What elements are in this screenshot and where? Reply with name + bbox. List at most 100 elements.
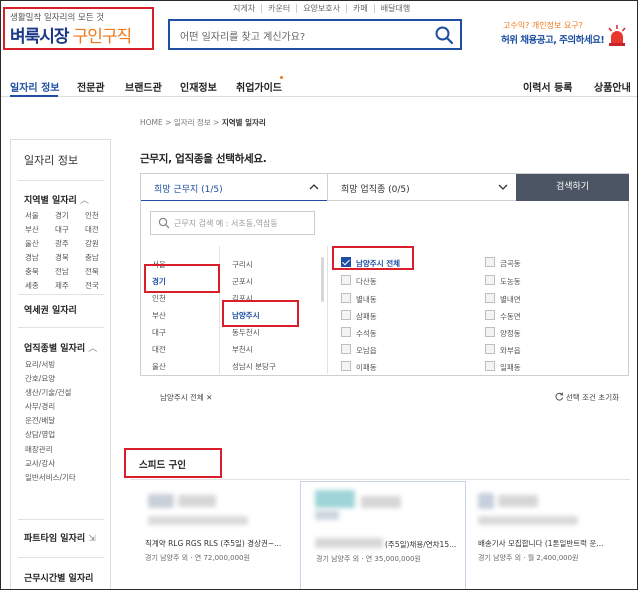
city-item[interactable]: 군포시 [232,273,276,290]
region-link[interactable]: 충남 [85,252,115,263]
sidebar-region-title[interactable]: 지역별 일자리 ︿ [24,193,89,206]
region-link[interactable]: 충북 [25,266,55,277]
district-checkbox[interactable] [341,361,351,371]
job-link[interactable]: 일반서비스/기타 [25,471,76,485]
district-label: 오남읍 [356,346,377,355]
chevron-up-icon: ︿ [79,196,89,206]
nav-resume[interactable]: 이력서 등록 [523,79,572,94]
city-item[interactable]: 동두천시 [232,324,276,341]
region-link[interactable]: 인천 [85,210,115,221]
district-checkbox[interactable] [485,257,495,267]
city-item-selected[interactable]: 남양주시 [232,307,276,324]
sidebar-time-title[interactable]: 근무시간별 일자리 [24,571,93,584]
region-link[interactable]: 부산 [25,224,55,235]
province-item[interactable]: 대구 [152,324,166,341]
district-checkbox[interactable] [485,310,495,320]
job-link[interactable]: 운전/배달 [25,414,76,428]
province-item[interactable]: 서울 [152,256,166,273]
sidebar-parttime-title[interactable]: 파트타임 일자리 ⇲ [24,531,96,544]
district-checkbox-all[interactable] [341,257,351,267]
district-checkbox[interactable] [341,344,351,354]
search-box[interactable]: 어떤 일자리를 찾고 계신가요? [168,19,462,50]
search-input[interactable]: 어떤 일자리를 찾고 계신가요? [180,28,305,43]
site-logo[interactable]: 벼룩시장 구인구직 [10,22,132,47]
filter-box [140,173,629,376]
city-item[interactable]: 김포시 [232,290,276,307]
sidebar-job-title[interactable]: 업직종별 일자리 ︿ [24,341,97,354]
region-link[interactable]: 서울 [25,210,55,221]
util-link[interactable]: 지게차 [227,4,261,13]
region-link[interactable]: 광주 [55,238,85,249]
util-link[interactable]: 배달대행 [373,4,416,13]
nav-expert[interactable]: 전문관 [77,79,105,94]
region-link[interactable]: 전국 [85,280,115,291]
speed-card[interactable]: (주5일)채용/연차15... 경기 남양주 외 · 연 35,000,000원 [300,481,466,590]
region-link[interactable]: 대구 [55,224,85,235]
province-item-selected[interactable]: 경기 [152,273,166,290]
province-item[interactable]: 울산 [152,358,166,375]
district-checkbox[interactable] [485,327,495,337]
util-link[interactable]: 카운터 [261,4,296,13]
district-checkbox[interactable] [341,327,351,337]
nav-talent[interactable]: 인재정보 [180,79,217,94]
region-link[interactable]: 울산 [25,238,55,249]
search-button[interactable]: 검색하기 [516,174,629,201]
district-checkbox[interactable] [485,275,495,285]
promo-line2[interactable]: 허위 채용공고, 주의하세요! [501,32,605,46]
job-link[interactable]: 교사/강사 [25,457,76,471]
refresh-icon [555,392,563,401]
company-logo [498,495,538,507]
region-link[interactable]: 경남 [25,252,55,263]
job-link[interactable]: 사무/경리 [25,400,76,414]
province-item[interactable]: 인천 [152,290,166,307]
reset-button[interactable]: 선택 조건 초기화 [555,392,619,403]
nav-job-info[interactable]: 일자리 정보 [10,79,59,94]
crumb-level1[interactable]: 일자리 정보 [174,118,211,127]
city-item[interactable]: 부천시 [232,341,276,358]
chevron-up-icon: ︿ [88,344,98,354]
province-item[interactable]: 부산 [152,307,166,324]
speed-card[interactable]: 직계약 RLG RGS RLS (주5일) 경상권~... 경기 남양주 외 ·… [130,481,298,590]
city-scrollbar[interactable] [321,257,324,302]
job-link[interactable]: 매장관리 [25,443,76,457]
region-link[interactable]: 제주 [55,280,85,291]
district-checkbox[interactable] [485,293,495,303]
region-link[interactable]: 전남 [55,266,85,277]
job-link[interactable]: 상담/영업 [25,428,76,442]
nav-guide[interactable]: 취업가이드 [236,79,282,94]
district-checkbox[interactable] [341,275,351,285]
sidebar-station-title[interactable]: 역세권 일자리 [24,303,77,316]
nav-brand[interactable]: 브랜드관 [125,79,162,94]
job-link[interactable]: 생산/기술/건설 [25,386,76,400]
speed-card[interactable]: 배송기사 모집합니다 (1톤일반트럭 운... 경기 남양주 외 · 월 2,4… [468,481,630,590]
region-link[interactable]: 세종 [25,280,55,291]
company-logo [315,490,355,508]
region-search-input[interactable]: 근무지 검색 예 : 서초동,역삼동 [150,211,315,235]
region-link[interactable]: 전북 [85,266,115,277]
city-item[interactable]: 구리시 [232,256,276,273]
province-item[interactable]: 대전 [152,341,166,358]
util-link[interactable]: 카페 [346,4,374,13]
crumb-home[interactable]: HOME [140,118,163,127]
tab-location[interactable]: 희망 근무지 (1/5) [141,174,327,201]
sidebar-region-label: 지역별 일자리 [24,196,77,206]
region-link[interactable]: 경북 [55,252,85,263]
district-checkbox[interactable] [341,293,351,303]
district-checkbox[interactable] [485,344,495,354]
nav-products[interactable]: 상품안내 [594,79,631,94]
search-icon[interactable] [434,25,454,45]
company-logo [478,493,494,509]
region-link[interactable]: 경기 [55,210,85,221]
job-link[interactable]: 요리/서빙 [25,358,76,372]
util-link[interactable]: 요양보호사 [296,4,346,13]
tab-job[interactable]: 희망 업직종 (0/5) [327,174,516,201]
selected-tag[interactable]: 남양주시 전체 ✕ [160,392,212,403]
region-link[interactable]: 강원 [85,238,115,249]
district-checkbox[interactable] [485,361,495,371]
tab-location-label: 희망 근무지 (1/5) [154,185,223,195]
district-checkbox[interactable] [341,310,351,320]
region-link[interactable]: 대전 [85,224,115,235]
city-item[interactable]: 성남시 분당구 [232,358,276,375]
job-link[interactable]: 간호/요양 [25,372,76,386]
divider [18,557,104,558]
